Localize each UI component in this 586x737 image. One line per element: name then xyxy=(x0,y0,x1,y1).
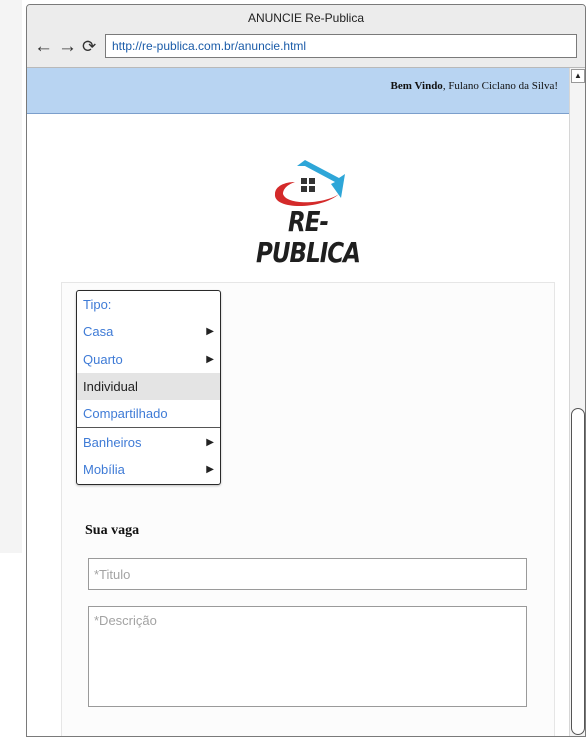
section-title: Sua vaga xyxy=(85,523,140,538)
welcome-greeting: Bem Vindo xyxy=(390,80,443,92)
menu-item-banheiros[interactable]: Banheiros ▶ xyxy=(77,429,220,456)
submenu-arrow-icon: ▶ xyxy=(206,354,214,365)
menu-item-casa[interactable]: Casa ▶ xyxy=(77,318,220,345)
type-menu: Tipo: Casa ▶ Quarto ▶ Individual Compartil… xyxy=(76,290,221,485)
description-textarea[interactable] xyxy=(88,606,527,707)
menu-item-tipo: Tipo: xyxy=(77,291,220,318)
title-input[interactable] xyxy=(88,558,527,590)
forward-arrow-icon[interactable]: → xyxy=(58,37,77,57)
back-arrow-icon[interactable]: ← xyxy=(34,37,53,57)
menu-item-label: Compartilhado xyxy=(83,406,168,421)
welcome-bar: Bem Vindo, Fulano Ciclano da Silva! xyxy=(27,68,570,114)
menu-divider xyxy=(77,427,220,428)
menu-item-compartilhado[interactable]: Compartilhado xyxy=(77,400,220,427)
logo[interactable]: RE-PUBLICA xyxy=(245,154,371,269)
menu-item-label: Mobília xyxy=(83,462,125,477)
menu-item-individual[interactable]: Individual xyxy=(77,373,220,400)
house-roof-logo-icon xyxy=(274,160,345,206)
logo-text: RE-PUBLICA xyxy=(256,206,361,270)
menu-item-label: Casa xyxy=(83,324,114,339)
menu-item-label: Banheiros xyxy=(83,435,142,450)
title-bar: ANUNCIE Re-Publica ← → ⟳ xyxy=(27,5,585,68)
menu-item-mobilia[interactable]: Mobília ▶ xyxy=(77,456,220,483)
address-bar[interactable] xyxy=(105,34,577,58)
welcome-message: Bem Vindo, Fulano Ciclano da Silva! xyxy=(391,80,558,92)
window-title: ANUNCIE Re-Publica xyxy=(247,11,365,25)
browser-window: ANUNCIE Re-Publica ← → ⟳ Bem Vindo, Fula… xyxy=(26,4,586,737)
reload-icon[interactable]: ⟳ xyxy=(82,37,96,57)
submenu-arrow-icon: ▶ xyxy=(206,326,214,337)
scrollbar-thumb[interactable] xyxy=(571,408,585,735)
scroll-up-arrow-icon[interactable]: ▲ xyxy=(571,69,585,83)
left-background xyxy=(0,0,22,553)
welcome-user: , Fulano Ciclano da Silva! xyxy=(442,80,558,92)
menu-item-label: Tipo: xyxy=(83,297,112,312)
page-viewport: Bem Vindo, Fulano Ciclano da Silva! RE-P… xyxy=(27,68,570,736)
submenu-arrow-icon: ▶ xyxy=(206,464,214,475)
menu-item-label: Individual xyxy=(83,379,138,394)
menu-item-quarto[interactable]: Quarto ▶ xyxy=(77,346,220,373)
vertical-scrollbar[interactable]: ▲ xyxy=(569,68,585,736)
submenu-arrow-icon: ▶ xyxy=(206,437,214,448)
menu-item-label: Quarto xyxy=(83,352,123,367)
